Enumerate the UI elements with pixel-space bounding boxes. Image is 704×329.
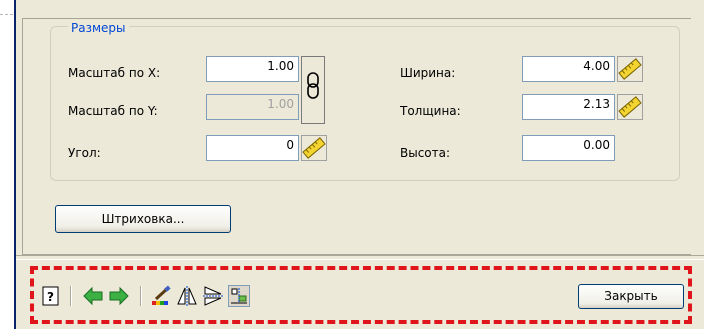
dimensions-group-title: Размеры	[68, 21, 129, 35]
ruler-icon	[302, 137, 326, 159]
format-painter-button[interactable]	[150, 285, 172, 307]
next-button[interactable]	[108, 285, 130, 307]
footer-separator	[16, 255, 704, 260]
svg-text:?: ?	[47, 290, 54, 304]
mirror-horizontal-icon	[177, 286, 197, 306]
toolbar-separator	[70, 286, 72, 306]
arrow-left-icon	[83, 286, 103, 306]
close-button[interactable]: Закрыть	[578, 284, 684, 309]
scale-y-field[interactable]: 1.00	[206, 94, 299, 120]
mirror-vertical-button[interactable]	[202, 285, 224, 307]
angle-field[interactable]: 0	[206, 135, 299, 161]
width-label: Ширина:	[400, 66, 456, 80]
angle-measure-button[interactable]	[301, 135, 327, 161]
mirror-vertical-icon	[203, 286, 223, 306]
scale-y-label: Масштаб по Y:	[68, 104, 158, 118]
snap-button[interactable]	[228, 285, 250, 307]
paint-brush-icon	[152, 285, 171, 305]
chain-link-icon	[307, 72, 319, 99]
thickness-measure-button[interactable]	[617, 94, 643, 120]
hatch-button[interactable]: Штриховка...	[55, 205, 231, 233]
arrow-right-icon	[109, 286, 129, 306]
height-field[interactable]: 0.00	[522, 135, 615, 161]
width-field[interactable]: 4.00	[522, 56, 615, 82]
angle-label: Угол:	[68, 146, 101, 160]
ruler-icon	[618, 96, 642, 118]
previous-button[interactable]	[82, 285, 104, 307]
help-button[interactable]: ?	[40, 285, 62, 307]
scale-x-field[interactable]: 1.00	[206, 56, 299, 82]
ruler-icon	[618, 58, 642, 80]
link-scale-button[interactable]	[301, 56, 325, 124]
snap-icon	[231, 288, 247, 304]
thickness-field[interactable]: 2.13	[522, 94, 615, 120]
mirror-horizontal-button[interactable]	[176, 285, 198, 307]
thickness-label: Толщина:	[400, 104, 461, 118]
scale-x-label: Масштаб по X:	[68, 66, 161, 80]
height-label: Высота:	[400, 146, 451, 160]
toolbar-separator	[140, 286, 142, 306]
width-measure-button[interactable]	[617, 56, 643, 82]
help-icon: ?	[42, 286, 59, 306]
